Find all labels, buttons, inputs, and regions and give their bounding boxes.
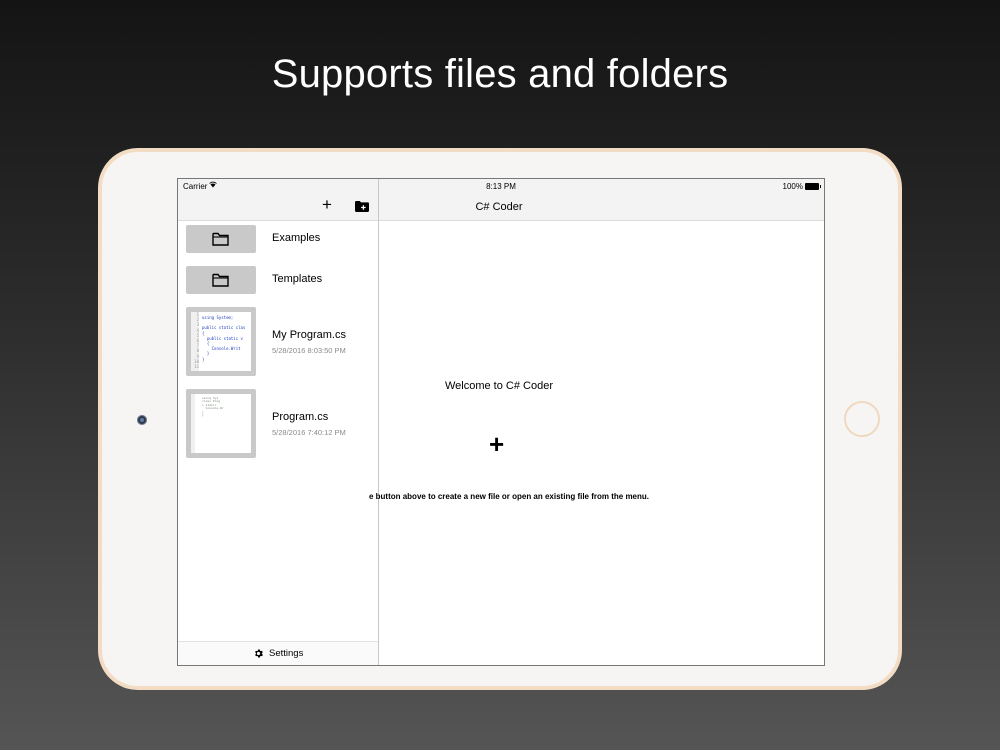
file-name: Program.cs: [272, 411, 329, 423]
folder-name: Templates: [272, 273, 323, 285]
folder-icon: [212, 273, 229, 287]
status-bar: Carrier 8:13 PM 100%: [178, 179, 824, 193]
folder-name: Examples: [272, 232, 321, 244]
folder-plus-icon: [355, 201, 369, 212]
file-date: 5/28/2016 7:40:12 PM: [272, 428, 346, 437]
file-sidebar: + Examples Templates 1 2 3 4 5 6 7 8 9 1…: [178, 179, 379, 665]
hint-text-content: e button above to create a new file or o…: [368, 492, 649, 501]
headline: Supports files and folders: [271, 52, 729, 96]
home-button[interactable]: [844, 401, 880, 437]
gear-icon: [255, 649, 263, 658]
folder-row-templates[interactable]: Templates: [186, 266, 376, 294]
welcome-text: Welcome to C# Coder: [444, 380, 553, 392]
hint-text: e button above to create a new file or o…: [359, 492, 649, 501]
app-title: C# Coder: [475, 201, 523, 213]
file-date: 5/28/2016 8:03:50 PM: [272, 346, 346, 355]
folder-icon: [212, 232, 229, 246]
settings-label: Settings: [269, 648, 304, 659]
settings-button[interactable]: Settings: [178, 641, 378, 665]
status-time: 8:13 PM: [486, 182, 516, 191]
folder-thumbnail: [186, 225, 256, 253]
create-file-button[interactable]: +: [489, 431, 504, 457]
battery-percent: 100%: [782, 182, 803, 191]
new-file-button[interactable]: +: [322, 196, 332, 213]
file-row-program[interactable]: using Sys class Prog { static Console.Wr…: [186, 389, 376, 458]
code-preview-thumbnail: using Sys class Prog { static Console.Wr…: [186, 389, 256, 458]
file-row-my-program[interactable]: 1 2 3 4 5 6 7 8 9 10 11 using System; public stati…: [186, 307, 376, 376]
tablet-frame: + Examples Templates 1 2 3 4 5 6 7 8 9 1…: [98, 148, 902, 690]
new-folder-button[interactable]: [355, 199, 369, 212]
folder-thumbnail: [186, 266, 256, 294]
file-name: My Program.cs: [272, 329, 346, 341]
code-preview-thumbnail: 1 2 3 4 5 6 7 8 9 10 11 using System; public stati…: [186, 307, 256, 376]
battery-icon: [805, 183, 821, 190]
folder-row-examples[interactable]: Examples: [186, 225, 376, 253]
camera-dot: [137, 415, 147, 425]
detail-pane: C# Coder Welcome to C# Coder + e button …: [369, 179, 824, 665]
app-screen: + Examples Templates 1 2 3 4 5 6 7 8 9 1…: [177, 178, 825, 666]
